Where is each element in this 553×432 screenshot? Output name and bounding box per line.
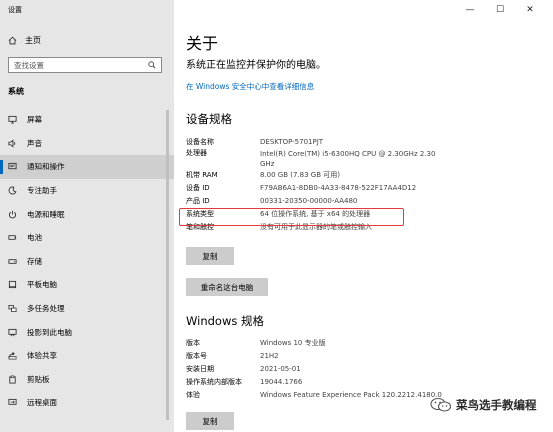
sidebar-item-label: 多任务处理: [27, 304, 65, 314]
spec-key: 设备 ID: [186, 183, 210, 192]
sidebar-nav: 屏幕 声音 通知和操作 专注助手 电源和睡眠 电池 存储 平板电脑 多任务处理 …: [0, 108, 174, 415]
spec-value: F79AB6A1-8DB0-4A33-8478-522F17AA4D12: [260, 183, 417, 192]
watermark: 菜鸟选手教编程: [430, 397, 537, 413]
clipboard-icon: [9, 375, 16, 384]
spec-value: 8.00 GB (7.83 GB 可用): [260, 170, 340, 179]
copy-device-specs-button[interactable]: 复制: [186, 247, 234, 265]
home-icon: [8, 36, 17, 44]
spec-value: 21H2: [260, 351, 279, 360]
sidebar-item-sound[interactable]: 声音: [0, 132, 174, 156]
spec-row: 版本号 21H2: [186, 349, 536, 362]
sidebar-item-label: 体验共享: [27, 351, 57, 361]
sidebar-item-battery[interactable]: 电池: [0, 226, 174, 250]
maximize-button[interactable]: ☐: [485, 3, 515, 17]
copy-windows-specs-button[interactable]: 复制: [186, 412, 234, 430]
spec-key: 产品 ID: [186, 196, 210, 205]
sidebar-item-label: 电源和睡眠: [27, 209, 65, 219]
security-center-link[interactable]: 在 Windows 安全中心中查看详细信息: [186, 81, 314, 92]
sidebar-item-label: 投影到此电脑: [27, 327, 72, 337]
moon-icon: [8, 186, 17, 195]
protection-status: 系统正在监控并保护你的电脑。: [186, 60, 326, 71]
spec-row: 处理器 Intel(R) Core(TM) i5-6300HQ CPU @ 2.…: [186, 148, 536, 168]
sidebar-item-label: 平板电脑: [27, 280, 57, 290]
spec-key: 版本号: [186, 351, 207, 360]
project-icon: [8, 328, 17, 336]
wechat-icon: [430, 397, 452, 412]
spec-key: 安装日期: [186, 364, 214, 373]
system-type-highlight: [179, 208, 404, 226]
spec-row: 版本 Windows 10 专业版: [186, 336, 536, 349]
sidebar-item-project[interactable]: 投影到此电脑: [0, 320, 174, 344]
search-input[interactable]: [9, 59, 148, 71]
spec-key: 版本: [186, 338, 200, 347]
monitor-icon: [8, 116, 17, 124]
sidebar-item-label: 电池: [27, 233, 42, 243]
sidebar-item-label: 主页: [25, 35, 41, 45]
storage-icon: [8, 259, 17, 264]
spec-value: Intel(R) Core(TM) i5-6300HQ CPU @ 2.30GH…: [260, 150, 436, 168]
spec-row: 设备名称 DESKTOP-5701PJT: [186, 135, 536, 148]
spec-row: 安装日期 2021-05-01: [186, 362, 536, 375]
sidebar-item-shared-experience[interactable]: 体验共享: [0, 344, 174, 368]
watermark-text: 菜鸟选手教编程: [456, 398, 537, 412]
sidebar-section-label: 系统: [8, 87, 24, 96]
spec-value: Windows 10 专业版: [260, 338, 326, 347]
sidebar-item-notifications[interactable]: 通知和操作: [0, 155, 174, 179]
sidebar-item-home[interactable]: 主页: [8, 33, 41, 47]
spec-value: 2021-05-01: [260, 364, 301, 373]
sidebar-scrollbar[interactable]: [166, 110, 169, 420]
windows-specs-table: 版本 Windows 10 专业版 版本号 21H2 安装日期 2021-05-…: [186, 336, 536, 401]
sidebar-item-tablet[interactable]: 平板电脑: [0, 273, 174, 297]
sidebar-item-multitasking[interactable]: 多任务处理: [0, 297, 174, 321]
sidebar-item-label: 存储: [27, 256, 42, 266]
spec-value: DESKTOP-5701PJT: [260, 137, 324, 146]
spec-key: 操作系统内部版本: [186, 377, 242, 386]
battery-icon: [8, 235, 17, 240]
sidebar-item-label: 通知和操作: [27, 162, 65, 172]
spec-value: 19044.1766: [260, 377, 303, 386]
sidebar-item-label: 远程桌面: [27, 398, 57, 408]
notification-icon: [8, 163, 17, 170]
spec-row: 设备 ID F79AB6A1-8DB0-4A33-8478-522F17AA4D…: [186, 181, 536, 194]
sidebar-item-label: 屏幕: [27, 115, 42, 125]
sidebar-item-label: 声音: [27, 138, 42, 148]
remote-desktop-icon: [8, 399, 17, 406]
spec-key: 处理器: [186, 149, 207, 157]
spec-value: 00331-20350-00000-AA480: [260, 196, 358, 205]
search-icon[interactable]: [148, 61, 156, 69]
sidebar-item-focus-assist[interactable]: 专注助手: [0, 179, 174, 203]
minimize-button[interactable]: —: [455, 3, 485, 17]
speaker-icon: [8, 139, 16, 148]
sidebar-item-label: 专注助手: [27, 186, 57, 196]
spec-row: 操作系统内部版本 19044.1766: [186, 375, 536, 388]
spec-key: 体验: [186, 390, 200, 399]
close-button[interactable]: ✕: [515, 3, 545, 17]
spec-key: 机带 RAM: [186, 170, 218, 179]
sidebar: 设置 主页 系统 屏幕 声音 通知和操作 专注助手 电源和睡眠: [0, 0, 174, 432]
multitask-icon: [8, 305, 17, 313]
spec-key: 设备名称: [186, 137, 214, 146]
spec-row: 产品 ID 00331-20350-00000-AA480: [186, 194, 536, 207]
sidebar-item-clipboard[interactable]: 剪贴板: [0, 368, 174, 392]
sidebar-item-display[interactable]: 屏幕: [0, 108, 174, 132]
device-specs-heading: 设备规格: [186, 112, 232, 126]
sidebar-item-remote-desktop[interactable]: 远程桌面: [0, 391, 174, 415]
sidebar-item-power[interactable]: 电源和睡眠: [0, 202, 174, 226]
share-icon: [8, 352, 17, 360]
spec-row: 机带 RAM 8.00 GB (7.83 GB 可用): [186, 168, 536, 181]
rename-pc-button[interactable]: 重命名这台电脑: [186, 278, 268, 296]
window-controls: — ☐ ✕: [455, 3, 545, 17]
spec-value: Windows Feature Experience Pack 120.2212…: [260, 390, 442, 399]
power-icon: [8, 210, 17, 218]
search-box[interactable]: [8, 57, 162, 73]
window-title: 设置: [8, 6, 22, 14]
tablet-icon: [8, 281, 17, 289]
page-title: 关于: [186, 34, 219, 53]
windows-specs-heading: Windows 规格: [186, 314, 264, 328]
main-panel: — ☐ ✕ 关于 系统正在监控并保护你的电脑。 在 Windows 安全中心中查…: [174, 0, 553, 432]
sidebar-item-label: 剪贴板: [27, 374, 50, 384]
sidebar-item-storage[interactable]: 存储: [0, 250, 174, 274]
